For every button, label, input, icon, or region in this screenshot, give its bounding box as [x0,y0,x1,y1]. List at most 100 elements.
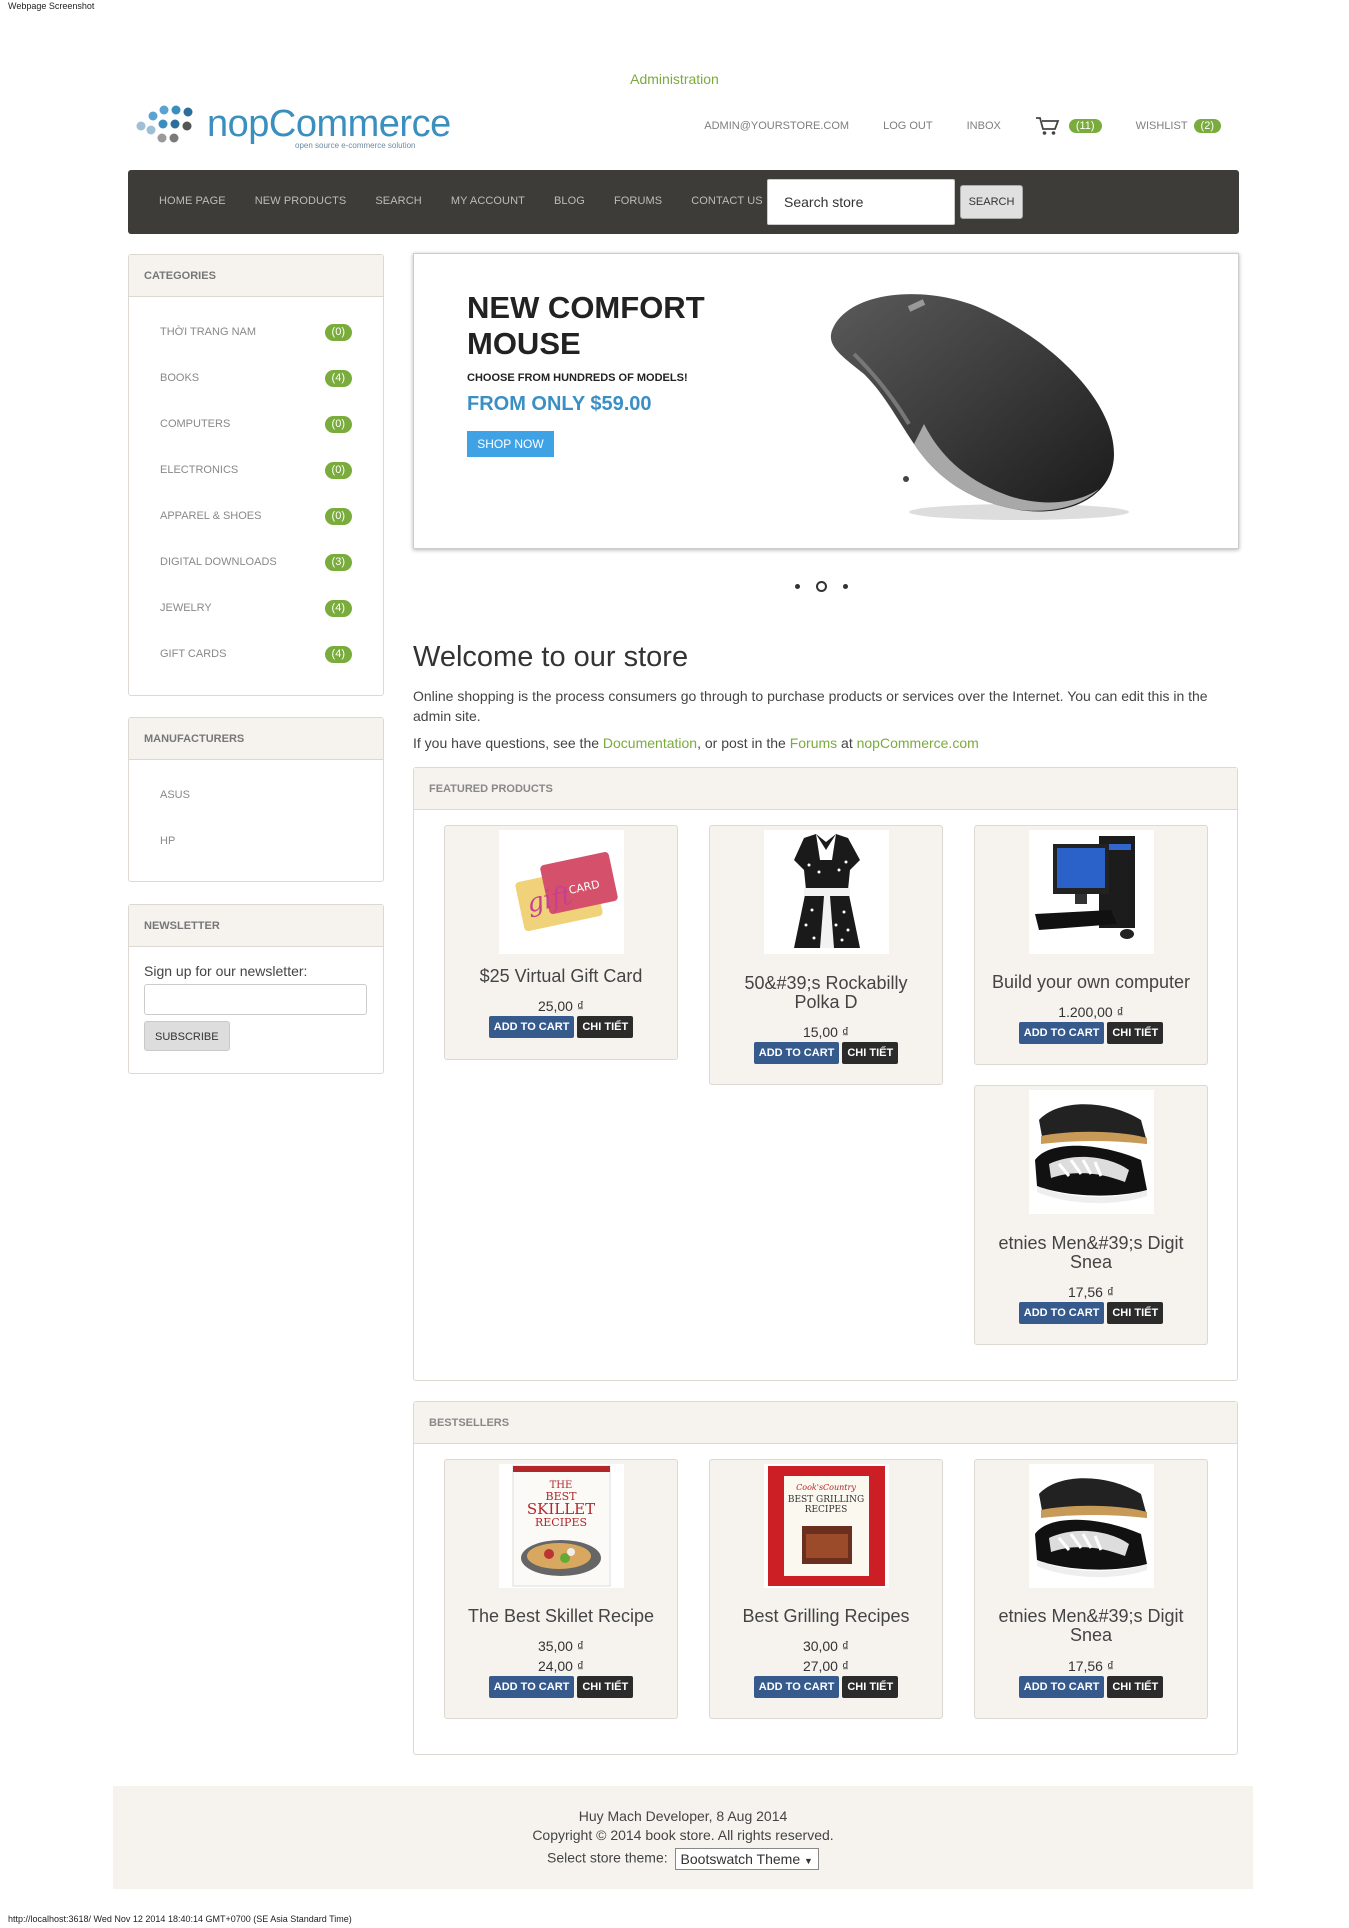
sneaker-image[interactable] [1029,1090,1154,1214]
category-label: ELECTRONICS [160,464,239,476]
add-to-cart-button[interactable]: ADD TO CART [753,1042,840,1064]
logo-text: nopCommerce [207,103,451,145]
nav-my-account[interactable]: MY ACCOUNT [451,195,525,207]
subscribe-button[interactable]: SUBSCRIBE [144,1021,230,1051]
manufacturers-block: MANUFACTURERS ASUS HP [128,717,384,882]
details-button[interactable]: CHI TIẾT [1107,1676,1164,1698]
home-slider[interactable]: NEW COMFORT MOUSE CHOOSE FROM HUNDREDS O… [413,253,1239,549]
welcome-title: Welcome to our store [413,641,689,673]
product-actions: ADD TO CART CHI TIẾT [445,1016,677,1038]
newsletter-email-input[interactable] [144,984,367,1015]
newsletter-label: Sign up for our newsletter: [144,963,308,979]
logout-link[interactable]: LOG OUT [883,120,933,132]
category-count: (0) [324,508,352,525]
details-button[interactable]: CHI TIẾT [1107,1302,1164,1324]
add-to-cart-button[interactable]: ADD TO CART [488,1016,575,1038]
polka-dress-image[interactable] [764,830,889,954]
product-name[interactable]: Build your own computer [975,973,1207,992]
logo-subtitle: open source e-commerce solution [295,141,416,150]
category-count: (4) [324,370,352,387]
details-button[interactable]: CHI TIẾT [577,1016,634,1038]
manufacturer-item[interactable]: ASUS [129,772,383,818]
forums-link[interactable]: Forums [790,735,837,751]
add-to-cart-button[interactable]: ADD TO CART [1018,1676,1105,1698]
category-count: (4) [324,646,352,663]
category-item[interactable]: ELECTRONICS (0) [129,447,383,493]
product-actions: ADD TO CART CHI TIẾT [710,1676,942,1698]
product-actions: ADD TO CART CHI TIẾT [445,1676,677,1698]
details-button[interactable]: CHI TIẾT [1107,1022,1164,1044]
category-item[interactable]: COMPUTERS (0) [129,401,383,447]
nav-new-products[interactable]: NEW PRODUCTS [255,195,347,207]
category-count: (0) [324,462,352,479]
category-label: DIGITAL DOWNLOADS [160,556,277,568]
nav-search[interactable]: SEARCH [375,195,421,207]
screenshot-url-caption: http://localhost:3618/ Wed Nov 12 2014 1… [8,1914,352,1924]
add-to-cart-button[interactable]: ADD TO CART [753,1676,840,1698]
featured-products-title: FEATURED PRODUCTS [414,768,1237,810]
cart-icon [1035,117,1060,135]
shop-now-button[interactable]: SHOP NOW [467,431,554,457]
add-to-cart-button[interactable]: ADD TO CART [488,1676,575,1698]
product-price: 17,56 ₫ [1067,1284,1115,1300]
manufacturer-item[interactable]: HP [129,818,383,864]
account-link[interactable]: ADMIN@YOURSTORE.COM [704,120,849,132]
manufacturers-list: ASUS HP [129,760,383,864]
sneaker-image[interactable] [1029,1464,1154,1588]
product-name[interactable]: 50&#39;s Rockabilly Polka D [710,974,942,1012]
theme-select[interactable]: Bootswatch Theme ▼ [674,1848,819,1870]
slider-dot[interactable] [795,584,800,589]
grilling-book-image[interactable]: Cook'sCountry BEST GRILLING RECIPES [764,1464,889,1588]
svg-text:BEST GRILLING: BEST GRILLING [788,1495,864,1505]
details-button[interactable]: CHI TIẾT [577,1676,634,1698]
product-price: 15,00 ₫ [802,1024,850,1040]
category-item[interactable]: JEWELRY (4) [129,585,383,631]
category-item[interactable]: GIFT CARDS (4) [129,631,383,677]
slide-subtitle: CHOOSE FROM HUNDREDS OF MODELS! [467,372,688,384]
slider-dot[interactable] [843,584,848,589]
nav-menu: HOME PAGE NEW PRODUCTS SEARCH MY ACCOUNT… [159,195,763,207]
wishlist-label: WISHLIST [1135,120,1188,132]
nav-blog[interactable]: BLOG [554,195,585,207]
wishlist-link[interactable]: WISHLIST (2) [1136,119,1221,133]
logo-dots-icon [136,105,193,143]
gift-card-image[interactable]: gift CARD [499,830,624,954]
add-to-cart-button[interactable]: ADD TO CART [1018,1302,1105,1324]
product-name[interactable]: etnies Men&#39;s Digit Snea [975,1607,1207,1645]
add-to-cart-button[interactable]: ADD TO CART [1018,1022,1105,1044]
welcome-text: Online shopping is the process consumers… [413,688,1208,724]
svg-text:RECIPES: RECIPES [535,1516,587,1529]
product-card: Cook'sCountry BEST GRILLING RECIPES Best… [709,1459,943,1719]
product-name[interactable]: $25 Virtual Gift Card [445,967,677,986]
administration-link[interactable]: Administration [0,71,1349,87]
product-name[interactable]: Best Grilling Recipes [710,1607,942,1626]
category-item[interactable]: APPAREL & SHOES (0) [129,493,383,539]
documentation-link[interactable]: Documentation [603,735,697,751]
category-item[interactable]: THỜI TRANG NAM (0) [129,309,383,355]
inbox-link[interactable]: INBOX [967,120,1001,132]
product-card: etnies Men&#39;s Digit Snea 17,56 ₫ ADD … [974,1085,1208,1345]
categories-block: CATEGORIES THỜI TRANG NAM (0) BOOKS (4) CO… [128,254,384,696]
product-price: 17,56 ₫ [1067,1658,1115,1674]
details-button[interactable]: CHI TIẾT [842,1676,899,1698]
manufacturers-title: MANUFACTURERS [129,718,383,760]
nav-home-page[interactable]: HOME PAGE [159,195,226,207]
search-button[interactable]: SEARCH [960,185,1023,219]
product-name[interactable]: The Best Skillet Recipe [445,1607,677,1626]
logo[interactable]: nopCommerce open source e-commerce solut… [133,100,451,152]
search-input[interactable]: Search store [767,179,955,225]
nav-forums[interactable]: FORUMS [614,195,662,207]
shopping-cart-link[interactable]: (11) [1035,116,1102,136]
product-old-price: 35,00 ₫ [537,1638,585,1654]
skillet-book-image[interactable]: THE BEST SKILLET RECIPES [499,1464,624,1588]
category-label: JEWELRY [160,602,212,614]
nav-contact-us[interactable]: CONTACT US [691,195,763,207]
theme-select-label: Select store theme: [547,1849,668,1866]
category-item[interactable]: BOOKS (4) [129,355,383,401]
product-name[interactable]: etnies Men&#39;s Digit Snea [975,1234,1207,1272]
computer-image[interactable] [1029,830,1154,954]
category-item[interactable]: DIGITAL DOWNLOADS (3) [129,539,383,585]
slider-dot-active[interactable] [816,581,827,592]
details-button[interactable]: CHI TIẾT [842,1042,899,1064]
nopcommerce-link[interactable]: nopCommerce.com [857,735,979,751]
